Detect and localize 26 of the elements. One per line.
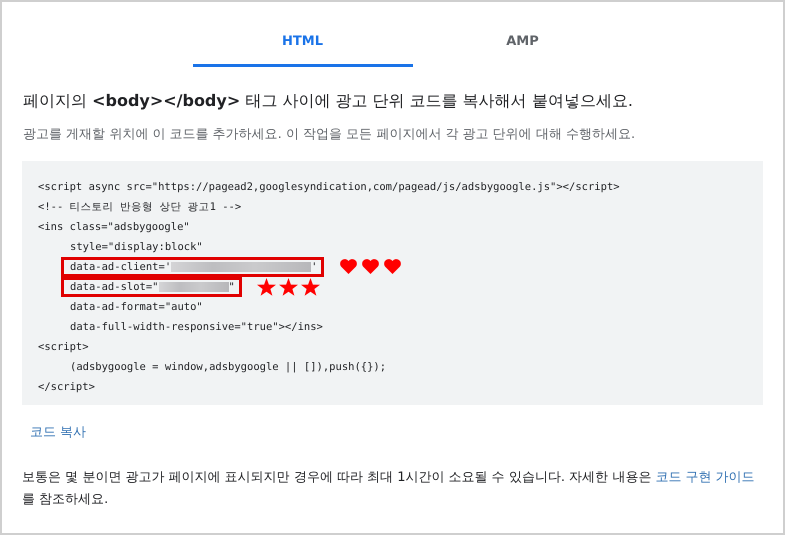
code-text: ' [311,260,318,275]
heading: 페이지의 <body></body> 태그 사이에 광고 단위 코드를 복사해서 붙여넣으세요. [23,90,634,112]
code-line: style="display:block" [70,240,203,255]
code-line: (adsbygoogle = window,adsbygoogle || []),push({}); [70,360,386,375]
heart-icon [360,257,382,277]
code-text: data-ad-client=' [70,260,172,275]
subtitle: 광고를 게재할 위치에 이 코드를 추가하세요. 이 작업을 모든 페이지에서 각 광고 단위에 대해 수행하세요. [23,126,636,144]
code-text: data-ad-slot=" [70,280,159,295]
copy-code-link[interactable]: 코드 복사 [30,423,86,442]
code-line: <script async src="https://pagead2,googlesyndication,com/pagead/js/adsbygoogle.js"></script> [38,180,620,195]
tab[interactable]: HTML [192,2,412,66]
star-icon [300,277,321,297]
footer-text: 보통은 몇 분이면 광고가 페이지에 표시되지만 경우에 따라 최대 1시간이 소요될 수 있습니다. 자세한 내용은 코드 구현 가이드 를 참조하세요. [22,469,756,509]
tab[interactable]: AMP [412,2,632,66]
code-line: <script> [38,340,89,355]
heart-icon [382,257,404,277]
code-line: data-ad-format="auto" [70,300,203,315]
guide-link[interactable]: 코드 구현 가이드 [655,470,755,485]
code-line: <!-- 티스토리 반응형 상단 광고1 --> [38,200,242,215]
code-line: <ins class="adsbygoogle" [38,220,190,235]
code-line: </script> [38,380,95,395]
code-line: data-full-width-responsive="true"></ins> [70,320,323,335]
heart-icon [338,257,360,277]
star-icon [278,277,299,297]
star-icon [256,277,277,297]
code-text: " [228,280,235,295]
